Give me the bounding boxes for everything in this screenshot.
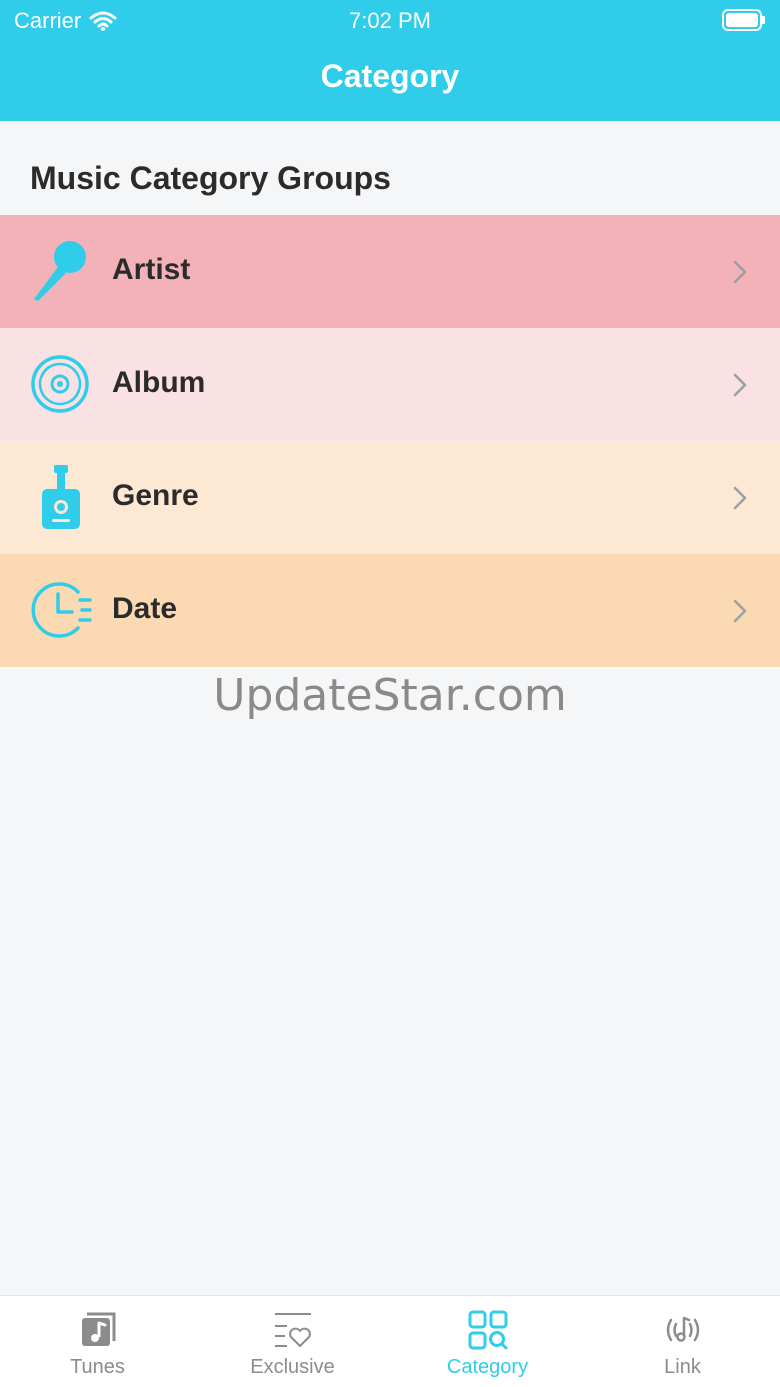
music-note-icon [81, 1312, 115, 1346]
tab-exclusive[interactable]: Exclusive [195, 1296, 390, 1387]
chevron-right-icon [733, 599, 747, 623]
group-label: Album [112, 366, 206, 399]
clock-list-icon [31, 582, 92, 638]
tab-label: Category [446, 1356, 529, 1378]
broadcast-note-icon [666, 1316, 699, 1342]
chevron-right-icon [733, 260, 747, 284]
list-heart-icon [274, 1313, 311, 1347]
watermark-text: UpdateStar.com [213, 670, 567, 721]
group-label: Date [112, 592, 178, 625]
group-row-artist[interactable]: Artist [0, 215, 780, 328]
group-row-genre[interactable]: Genre [0, 441, 780, 554]
tab-tunes[interactable]: Tunes [0, 1296, 195, 1387]
tab-label: Link [664, 1356, 701, 1378]
group-row-album[interactable]: Album [0, 328, 780, 441]
grid-search-icon [468, 1310, 507, 1350]
group-label: Artist [112, 253, 191, 286]
category-group-list: Artist Album Genre Date [0, 215, 780, 667]
vinyl-disc-icon [31, 355, 89, 413]
section-title: Music Category Groups [30, 160, 391, 196]
chevron-right-icon [733, 486, 747, 510]
top-bar: Carrier 7:02 PM Category [0, 0, 780, 121]
group-label: Genre [112, 479, 199, 512]
battery-icon [722, 9, 765, 31]
chevron-right-icon [733, 373, 747, 397]
microphone-icon [34, 241, 86, 301]
status-bar: Carrier 7:02 PM [0, 0, 780, 40]
status-time: 7:02 PM [349, 8, 431, 33]
guitar-icon [42, 465, 80, 529]
page-title: Category [320, 58, 460, 94]
group-row-date[interactable]: Date [0, 554, 780, 667]
tab-link[interactable]: Link [585, 1296, 780, 1387]
tab-label: Tunes [70, 1356, 125, 1378]
tab-bar: Tunes Exclusive Category Link [0, 1295, 780, 1387]
tab-label: Exclusive [250, 1356, 335, 1378]
tab-category[interactable]: Category [390, 1296, 585, 1387]
